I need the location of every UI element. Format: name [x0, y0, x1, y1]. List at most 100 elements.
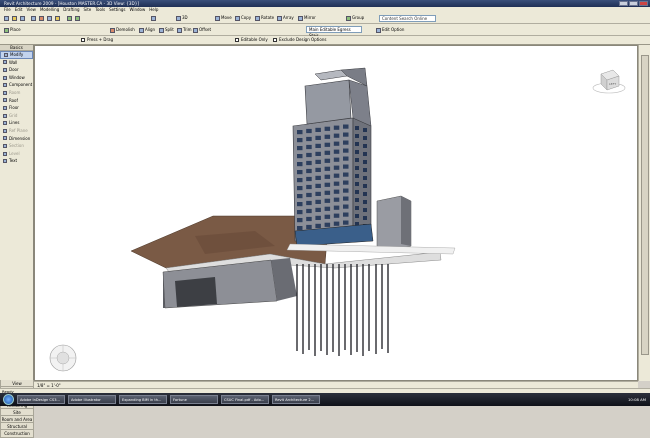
array-icon — [277, 15, 282, 21]
tab-view[interactable]: View — [0, 380, 34, 388]
taskbar-item[interactable]: Adobe InDesign CS3... — [17, 395, 65, 404]
place-button[interactable]: Place — [3, 26, 22, 34]
tool-door[interactable]: Door — [0, 66, 33, 74]
array-button[interactable]: Array — [276, 14, 295, 22]
3d-view-button[interactable]: 3D — [175, 14, 189, 22]
tool-label: Lines — [9, 120, 20, 126]
tool-label: Wall — [9, 59, 18, 65]
view-cube: LEFT — [592, 69, 626, 94]
rotate-button[interactable]: Rotate — [254, 14, 275, 22]
maximize-button[interactable] — [629, 1, 638, 6]
cursor-icon — [4, 52, 8, 57]
floor-icon — [3, 105, 7, 110]
offset-button[interactable]: Offset — [192, 26, 212, 34]
split-icon — [159, 27, 164, 33]
clock[interactable]: 10:08 AM — [628, 397, 646, 402]
toolbar-print-icon[interactable] — [30, 14, 37, 22]
design-option-select[interactable]: Main Editable Egress Stair — [306, 26, 362, 38]
trim-icon — [177, 27, 182, 33]
tool-label: Window — [9, 74, 25, 80]
toolbar-paste-icon[interactable] — [54, 14, 61, 22]
mirror-icon — [298, 15, 303, 21]
toolbar-new-icon[interactable] — [3, 14, 10, 22]
title-bar: Revit Architecture 2009 - [Houston MASTE… — [0, 0, 650, 7]
toolbar-open-icon[interactable] — [11, 14, 18, 22]
content-search-input[interactable]: Content Search Online — [379, 15, 436, 22]
toolbar-undo-icon[interactable] — [66, 14, 73, 22]
group-icon — [346, 15, 351, 21]
room-icon — [3, 90, 7, 95]
tool-component[interactable]: Component — [0, 81, 33, 89]
move-button[interactable]: Move — [214, 14, 233, 22]
minimize-button[interactable] — [619, 1, 628, 6]
system-tray: 10:08 AM — [628, 397, 650, 402]
tab-site[interactable]: Site — [0, 408, 34, 416]
demolish-button[interactable]: Demolish — [109, 26, 136, 34]
tool-window[interactable]: Window — [0, 74, 33, 82]
tool-label: Modify — [10, 52, 24, 57]
edit-option-button[interactable]: Edit Option — [375, 26, 405, 34]
scrollbar-thumb[interactable] — [641, 55, 649, 355]
taskbar-item[interactable]: Revit Architecture 2... — [272, 395, 320, 404]
taskbar-item[interactable]: Expanding BIM in th... — [119, 395, 167, 404]
press-drag-checkbox[interactable] — [81, 38, 85, 42]
taskbar-item[interactable]: Adobe Illustrator — [68, 395, 116, 404]
trim-button[interactable]: Trim — [176, 26, 193, 34]
toolbar-copy-icon[interactable] — [46, 14, 53, 22]
roof-icon — [3, 98, 7, 103]
close-button[interactable] — [639, 1, 648, 6]
taskbar-item[interactable]: Fortune — [170, 395, 218, 404]
tool-dimension[interactable]: Dimension — [0, 135, 33, 143]
exclude-options-checkbox[interactable] — [273, 38, 277, 42]
dimension-icon — [3, 136, 7, 141]
toolbar-save-icon[interactable] — [19, 14, 26, 22]
3d-icon — [176, 15, 181, 21]
viewcube-face-label: LEFT — [609, 82, 616, 86]
tool-text[interactable]: Text — [0, 157, 33, 165]
tool-roof[interactable]: Roof — [0, 97, 33, 105]
copy-button[interactable]: Copy — [234, 14, 252, 22]
3d-view-canvas[interactable]: LEFT — [34, 45, 638, 381]
window-controls — [619, 1, 648, 6]
options-bar: Press + Drag Editable Only Exclude Desig… — [0, 36, 650, 45]
tool-section[interactable]: Section — [0, 142, 33, 150]
split-button[interactable]: Split — [158, 26, 175, 34]
rotate-icon — [255, 15, 260, 21]
tool-room[interactable]: Room — [0, 89, 33, 97]
mirror-button[interactable]: Mirror — [297, 14, 317, 22]
press-drag-toggle[interactable]: Press + Drag — [80, 36, 114, 44]
editable-only-toggle[interactable]: Editable Only — [234, 36, 269, 44]
toolbar-redo-icon[interactable] — [74, 14, 81, 22]
toolbar-cut-icon[interactable] — [38, 14, 45, 22]
lines-icon — [3, 121, 7, 126]
vertical-scrollbar[interactable] — [638, 45, 650, 381]
toolbar-zoom-icon[interactable] — [150, 14, 157, 22]
tab-construction[interactable]: Construction — [0, 430, 34, 438]
tab-structural[interactable]: Structural — [0, 423, 34, 431]
exclude-options-toggle[interactable]: Exclude Design Options — [272, 36, 327, 44]
start-button[interactable] — [3, 394, 14, 405]
tool-modify[interactable]: Modify — [0, 51, 33, 59]
taskbar-item[interactable]: CSUC Final.pdf - Ado... — [221, 395, 269, 404]
edit-toolbar: Place Demolish Align Split Trim Offset M… — [0, 24, 650, 38]
tool-wall[interactable]: Wall — [0, 59, 33, 67]
editable-only-checkbox[interactable] — [235, 38, 239, 42]
tool-label: Level — [9, 150, 20, 156]
section-icon — [3, 143, 7, 148]
align-button[interactable]: Align — [138, 26, 156, 34]
tool-floor[interactable]: Floor — [0, 104, 33, 112]
tool-label: Room — [9, 89, 21, 95]
copy-icon — [235, 15, 240, 21]
group-button[interactable]: Group — [345, 14, 365, 22]
tool-grid[interactable]: Grid — [0, 112, 33, 120]
tool-level[interactable]: Level — [0, 150, 33, 158]
taskbar-items: Adobe InDesign CS3... Adobe Illustrator Ex… — [17, 395, 323, 404]
tool-label: Dimension — [9, 135, 31, 141]
demolish-icon — [110, 27, 115, 33]
tool-lines[interactable]: Lines — [0, 119, 33, 127]
tab-room-and-area[interactable]: Room and Area — [0, 415, 34, 424]
design-bar: Basics Modify Wall Door Window Component Room… — [0, 45, 34, 438]
align-icon — [139, 27, 144, 33]
tool-label: Component — [9, 82, 33, 88]
tool-ref-plane[interactable]: Ref Plane — [0, 127, 33, 135]
